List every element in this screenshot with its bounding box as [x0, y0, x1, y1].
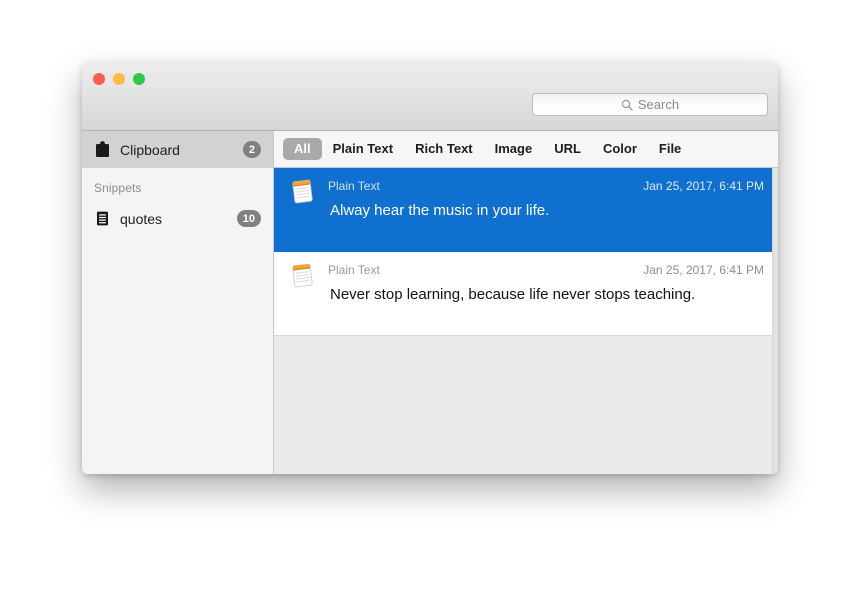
sidebar-item-quotes[interactable]: quotes 10 — [82, 200, 273, 237]
clipboard-list[interactable]: Plain Text Jan 25, 2017, 6:41 PM Alway h… — [274, 168, 778, 474]
clipboard-item-text: Never stop learning, because life never … — [330, 286, 696, 304]
tab-url[interactable]: URL — [543, 138, 592, 160]
tab-image[interactable]: Image — [484, 138, 544, 160]
clipboard-item-type: Plain Text — [328, 179, 380, 193]
notepad-icon — [292, 179, 313, 204]
clipboard-item-header: Plain Text Jan 25, 2017, 6:41 PM — [287, 179, 764, 193]
clipboard-item-text: Alway hear the music in your life. — [330, 202, 550, 220]
sidebar-item-clipboard-label: Clipboard — [120, 141, 180, 158]
tab-file[interactable]: File — [648, 138, 692, 160]
search-icon — [621, 99, 633, 111]
search-field[interactable]: Search — [532, 93, 768, 116]
tab-rich-text[interactable]: Rich Text — [404, 138, 484, 160]
window-titlebar: Search — [82, 62, 778, 131]
clipboard-count-badge: 2 — [242, 141, 261, 158]
clipboard-list-item[interactable]: Plain Text Jan 25, 2017, 6:41 PM Never s… — [274, 252, 778, 336]
sidebar-item-clipboard[interactable]: Clipboard 2 — [82, 131, 273, 168]
tab-plain-text[interactable]: Plain Text — [322, 138, 404, 160]
quotes-count-badge: 10 — [236, 210, 261, 227]
traffic-light-group — [93, 73, 145, 85]
clipboard-icon — [96, 141, 109, 157]
clipboard-item-type: Plain Text — [328, 263, 380, 277]
notepad-icon — [292, 263, 313, 288]
sidebar-item-quotes-label: quotes — [120, 210, 163, 227]
clipboard-item-date: Jan 25, 2017, 6:41 PM — [643, 263, 764, 277]
list-scrollbar[interactable] — [772, 168, 778, 474]
tab-color[interactable]: Color — [592, 138, 648, 160]
sidebar: Clipboard 2 Snippets quotes 10 — [82, 131, 274, 474]
minimize-window-button[interactable] — [113, 73, 125, 85]
filter-tabbar: All Plain Text Rich Text Image URL Color… — [274, 131, 778, 168]
clipboard-item-header: Plain Text Jan 25, 2017, 6:41 PM — [287, 263, 764, 277]
clipboard-list-item[interactable]: Plain Text Jan 25, 2017, 6:41 PM Alway h… — [274, 168, 778, 252]
document-icon — [97, 211, 108, 226]
screen: Search Clipboard 2 Snippets quotes 10 Al… — [0, 0, 860, 595]
close-window-button[interactable] — [93, 73, 105, 85]
app-window: Search Clipboard 2 Snippets quotes 10 Al… — [82, 62, 778, 474]
search-field-container[interactable]: Search — [532, 93, 768, 116]
zoom-window-button[interactable] — [133, 73, 145, 85]
clipboard-item-date: Jan 25, 2017, 6:41 PM — [643, 179, 764, 193]
window-body: Clipboard 2 Snippets quotes 10 All Plain… — [82, 131, 778, 474]
sidebar-group-snippets-header: Snippets — [94, 181, 142, 195]
tab-all[interactable]: All — [283, 137, 322, 161]
search-placeholder: Search — [637, 97, 680, 112]
content-pane: All Plain Text Rich Text Image URL Color… — [274, 131, 778, 474]
